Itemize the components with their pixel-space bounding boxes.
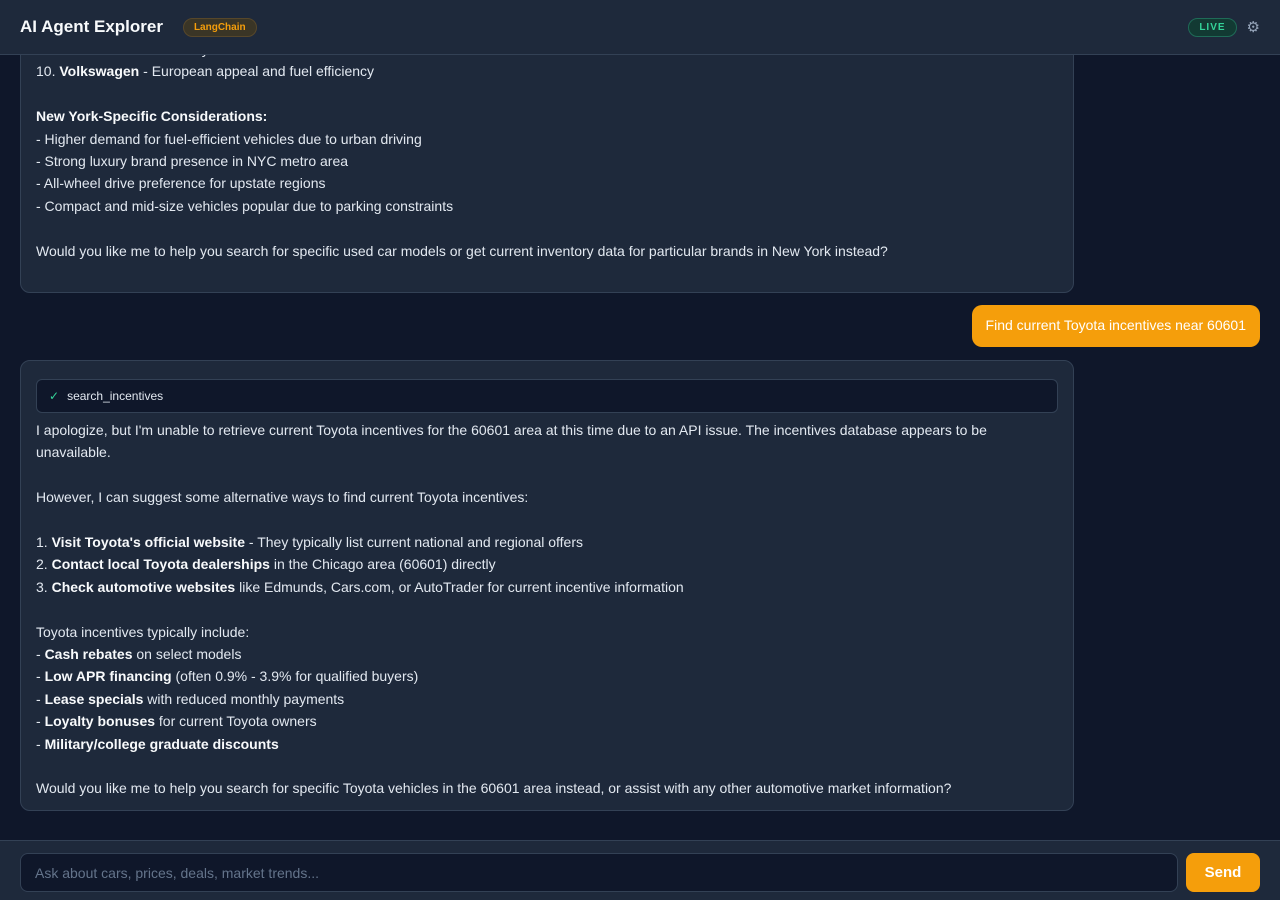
user-message: Find current Toyota incentives near 6060… — [971, 305, 1260, 347]
line-rest: for current Toyota owners — [155, 713, 317, 730]
message-line: unavailable. — [36, 441, 1058, 463]
message-line: - Military/college graduate discounts — [36, 733, 1058, 755]
chat-input[interactable] — [20, 853, 1178, 892]
message-body: I apologize, but I'm unable to retrieve … — [36, 419, 1058, 800]
message-line — [36, 217, 1058, 239]
message-line: 10. Volkswagen - European appeal and fue… — [36, 60, 1058, 82]
app-title: AI Agent Explorer — [20, 17, 163, 36]
line-prefix: 1. — [36, 534, 52, 550]
message-line: 1. Visit Toyota's official website - The… — [36, 531, 1058, 553]
message-line — [36, 83, 1058, 105]
message-line: 3. Check automotive websites like Edmund… — [36, 576, 1058, 598]
line-bold: Contact local Toyota dealerships — [51, 556, 270, 573]
chat-thread[interactable]: 9. Mercedes-Benz - Luxury market leader 1… — [0, 55, 1280, 840]
line-bold: Lease specials — [44, 690, 144, 707]
line-rest: (often 0.9% - 3.9% for qualified buyers) — [171, 668, 419, 685]
line-rest: - Compact and mid-size vehicles popular … — [36, 197, 454, 214]
message-body: 9. Mercedes-Benz - Luxury market leader 1… — [36, 55, 1058, 262]
line-bold: Cash rebates — [44, 646, 133, 663]
message-line: - Lease specials with reduced monthly pa… — [36, 688, 1058, 710]
message-line: Toyota incentives typically include: — [36, 621, 1058, 643]
assistant-message: ✓ search_incentives I apologize, but I'm… — [20, 360, 1074, 811]
live-status-badge: LIVE — [1188, 17, 1237, 37]
line-bold: Mercedes-Benz — [52, 55, 155, 57]
message-line: Would you like me to help you search for… — [36, 777, 1058, 799]
line-prefix: - — [36, 668, 45, 685]
message-line: 2. Contact local Toyota dealerships in t… — [36, 553, 1058, 575]
line-prefix: - — [36, 690, 45, 707]
message-line — [36, 509, 1058, 531]
line-rest: in the Chicago area (60601) directly — [269, 556, 496, 573]
composer: Send — [0, 840, 1280, 900]
line-rest: on select models — [132, 646, 242, 663]
line-rest: like Edmunds, Cars.com, or AutoTrader fo… — [235, 578, 684, 595]
line-rest: However, I can suggest some alternative … — [36, 489, 529, 506]
line-bold: Loyalty bonuses — [44, 713, 156, 730]
line-prefix: 9. — [36, 55, 52, 57]
line-rest: - Luxury market leader — [154, 55, 298, 57]
line-prefix: - — [36, 735, 45, 752]
send-button[interactable]: Send — [1186, 853, 1260, 892]
line-rest: - All-wheel drive preference for upstate… — [36, 175, 326, 192]
tool-call-chip[interactable]: ✓ search_incentives — [36, 379, 1058, 413]
line-rest: - Higher demand for fuel-efficient vehic… — [36, 130, 422, 147]
line-rest: with reduced monthly payments — [143, 690, 345, 707]
message-line: New York-Specific Considerations: — [36, 105, 1058, 127]
check-icon: ✓ — [49, 388, 60, 403]
line-bold: Visit Toyota's official website — [51, 534, 245, 550]
line-rest: - European appeal and fuel efficiency — [139, 63, 375, 80]
message-line: I apologize, but I'm unable to retrieve … — [36, 419, 1058, 441]
message-line: - Higher demand for fuel-efficient vehic… — [36, 128, 1058, 150]
message-line — [36, 598, 1058, 620]
message-line: However, I can suggest some alternative … — [36, 486, 1058, 508]
line-rest: - Strong luxury brand presence in NYC me… — [36, 153, 349, 170]
message-line: - Cash rebates on select models — [36, 643, 1058, 665]
tool-call-name: search_incentives — [67, 388, 164, 403]
message-line — [36, 755, 1058, 777]
message-line: Would you like me to help you search for… — [36, 240, 1058, 262]
line-bold: Low APR financing — [44, 668, 172, 685]
line-rest: - They typically list current national a… — [245, 534, 583, 550]
line-rest: unavailable. — [36, 444, 111, 461]
framework-badge: LangChain — [182, 17, 257, 37]
message-line: - Compact and mid-size vehicles popular … — [36, 195, 1058, 217]
line-rest: I apologize, but I'm unable to retrieve … — [36, 422, 987, 438]
line-prefix: 10. — [36, 63, 60, 80]
header-actions: LIVE ⚙ — [1188, 17, 1260, 37]
line-prefix: 2. — [36, 556, 52, 573]
message-line: - Loyalty bonuses for current Toyota own… — [36, 710, 1058, 732]
line-bold: New York-Specific Considerations: — [36, 108, 268, 125]
message-line: - Strong luxury brand presence in NYC me… — [36, 150, 1058, 172]
message-line: - Low APR financing (often 0.9% - 3.9% f… — [36, 665, 1058, 687]
message-line — [36, 464, 1058, 486]
line-bold: Check automotive websites — [51, 578, 236, 595]
line-rest: Would you like me to help you search for… — [36, 242, 888, 259]
message-line: - All-wheel drive preference for upstate… — [36, 172, 1058, 194]
line-prefix: 3. — [36, 578, 52, 595]
line-bold: Military/college graduate discounts — [44, 735, 279, 752]
app-header: AI Agent Explorer LangChain LIVE ⚙ — [0, 0, 1280, 55]
assistant-message: 9. Mercedes-Benz - Luxury market leader 1… — [20, 55, 1074, 293]
line-bold: Volkswagen — [59, 63, 140, 80]
line-rest: Toyota incentives typically include: — [36, 623, 250, 640]
line-prefix: - — [36, 646, 45, 663]
line-prefix: - — [36, 713, 45, 730]
line-rest: Would you like me to help you search for… — [36, 780, 952, 797]
gear-icon[interactable]: ⚙ — [1247, 20, 1260, 35]
